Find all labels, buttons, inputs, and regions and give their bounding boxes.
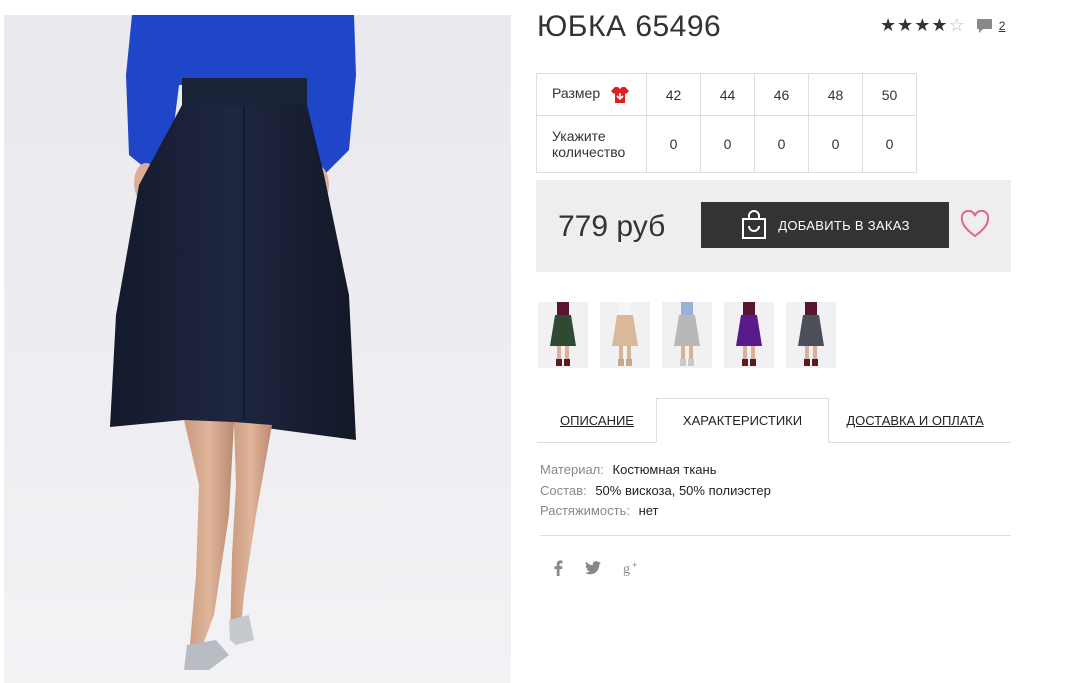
quantity-input-48[interactable]: 0 [808,115,863,173]
buy-box: 779 руб ДОБАВИТЬ В ЗАКАЗ [536,180,1011,272]
spec-value: нет [638,503,659,518]
google-plus-icon[interactable]: g + [623,560,641,580]
spec-key: Растяжимость: [540,503,630,518]
spec-value: Костюмная ткань [612,462,717,477]
svg-text:+: + [632,560,637,570]
tab-delivery[interactable]: ДОСТАВКА И ОПЛАТА [835,398,995,443]
quantity-input-42[interactable]: 0 [646,115,701,173]
color-variant-thumbnail[interactable] [662,302,712,368]
spec-row: Растяжимость: нет [540,501,771,522]
skirt-thumbnail-image [612,302,638,366]
star-filled-icon: ★ [914,15,932,35]
size-quantity-table: Размер 42 44 46 48 50 Укажите количество… [536,73,917,173]
star-filled-icon: ★ [880,15,898,35]
characteristics-list: Материал: Костюмная ткань Состав: 50% ви… [540,460,771,522]
google-plus-glyph: g + [623,560,637,577]
quantity-row: Укажите количество 0 0 0 0 0 [536,115,917,173]
color-variant-thumbnail[interactable] [786,302,836,368]
skirt-thumbnail-image [674,302,700,366]
size-chart-icon[interactable] [610,86,630,104]
color-variant-thumbnail[interactable] [600,302,650,368]
product-price: 779 руб [558,210,666,243]
facebook-icon[interactable] [553,560,563,580]
quantity-label-cell: Укажите количество [536,115,647,173]
size-cell: 46 [754,73,809,116]
size-label: Размер [552,85,601,102]
tab-characteristics-label: ХАРАКТЕРИСТИКИ [682,413,803,428]
size-cell: 44 [700,73,755,116]
quantity-input-46[interactable]: 0 [754,115,809,173]
comments-link[interactable]: 2 [976,18,1006,34]
size-label-cell: Размер [536,73,647,116]
quantity-label-line1: Укажите [552,128,606,144]
size-row: Размер 42 44 46 48 50 [536,73,917,116]
product-title: ЮБКА 65496 [537,10,722,43]
rating-block: ★★★★☆ 2 [880,15,1005,36]
svg-text:g: g [623,562,630,576]
star-filled-icon: ★ [897,15,915,35]
spec-value: 50% вискоза, 50% полиэстер [595,482,771,498]
spec-key: Материал: [540,462,604,477]
skirt-model-illustration [110,15,356,670]
skirt-thumbnail-image [550,302,576,366]
star-empty-icon: ☆ [948,15,966,35]
size-cell: 42 [646,73,701,116]
spec-row: Материал: Костюмная ткань [540,460,771,481]
spec-row: Состав: 50% вискоза, 50% полиэстер [540,481,771,502]
quantity-input-50[interactable]: 0 [862,115,917,173]
color-variant-thumbnail[interactable] [724,302,774,368]
tab-description[interactable]: ОПИСАНИЕ [537,398,657,443]
skirt-thumbnail-image [798,302,824,366]
add-to-order-button[interactable]: ДОБАВИТЬ В ЗАКАЗ [701,202,949,248]
size-cell: 48 [808,73,863,116]
tab-description-label: ОПИСАНИЕ [560,413,634,428]
size-cell: 50 [862,73,917,116]
comments-count[interactable]: 2 [999,19,1006,33]
heart-icon[interactable] [960,210,990,238]
skirt-thumbnail-image [736,302,762,366]
color-variants [538,302,848,368]
color-variant-thumbnail[interactable] [538,302,588,368]
facebook-glyph [554,560,563,576]
add-to-order-label: ДОБАВИТЬ В ЗАКАЗ [778,217,910,233]
tab-characteristics[interactable]: ХАРАКТЕРИСТИКИ [656,398,829,443]
social-share: g + [553,560,663,580]
product-main-image[interactable] [4,15,511,683]
tab-delivery-label: ДОСТАВКА И ОПЛАТА [846,413,984,428]
spec-key: Состав: [540,482,587,498]
shopping-bag-icon [742,210,767,239]
twitter-icon[interactable] [585,561,601,579]
product-tabs: ОПИСАНИЕ ХАРАКТЕРИСТИКИ ДОСТАВКА И ОПЛАТ… [537,398,1011,443]
rating-stars[interactable]: ★★★★☆ [880,15,966,36]
star-filled-icon: ★ [931,15,949,35]
comment-bubble-icon [976,18,992,33]
quantity-label-line2: количество [552,144,626,160]
divider [540,535,1011,536]
twitter-glyph [585,561,601,575]
quantity-input-44[interactable]: 0 [700,115,755,173]
